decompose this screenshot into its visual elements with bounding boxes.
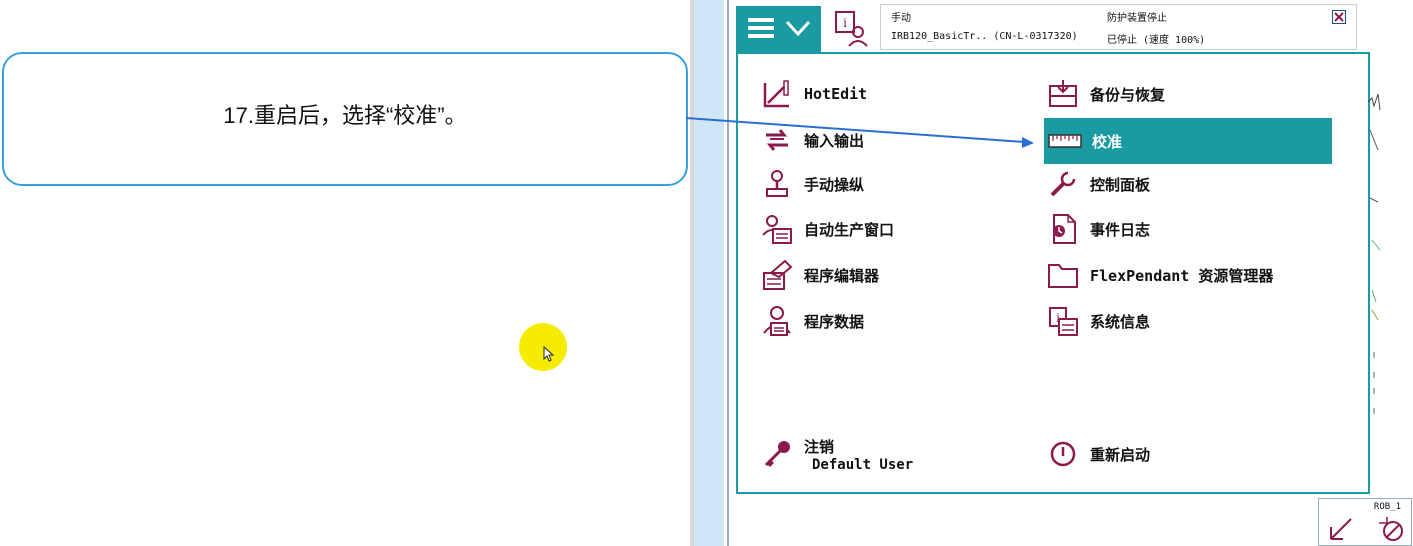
coordinate-axis-icon: [1330, 518, 1352, 540]
hotedit-icon: [763, 80, 789, 108]
svg-text:i: i: [843, 16, 847, 30]
menu-item-label: 输入输出: [804, 131, 865, 150]
status-guard: 防护装置停止: [1107, 13, 1167, 24]
menu-item-program-data[interactable]: 程序数据: [760, 303, 1040, 339]
instruction-slide: 17.重启后，选择“校准”。: [0, 0, 690, 546]
menu-item-label: HotEdit: [804, 85, 868, 103]
chevron-down-icon: [785, 20, 811, 37]
menu-item-backup-restore[interactable]: 备份与恢复: [1046, 76, 1332, 112]
menu-item-label: 事件日志: [1090, 220, 1151, 239]
status-bar: 手动 IRB120_BasicTr.. (CN-L-0317320) 防护装置停…: [880, 4, 1357, 50]
instruction-text: 17.重启后，选择“校准”。: [223, 103, 467, 128]
jog-status-box[interactable]: ROB_1: [1318, 498, 1412, 546]
production-window-icon: [762, 215, 792, 244]
tool-icon: [1379, 517, 1403, 541]
menu-item-program-editor[interactable]: 程序编辑器: [760, 257, 1040, 293]
jogging-icon: [766, 170, 788, 197]
menu-item-io[interactable]: 输入输出: [760, 122, 1040, 158]
menu-item-label: 系统信息: [1090, 312, 1151, 331]
menu-item-hotedit[interactable]: HotEdit: [760, 76, 1040, 112]
status-system: IRB120_BasicTr.. (CN-L-0317320): [891, 31, 1078, 42]
mouse-cursor-icon: [543, 346, 555, 362]
calibration-icon: [1048, 134, 1082, 148]
status-state: 已停止 (速度 100%): [1107, 35, 1206, 46]
menu-item-label: FlexPendant 资源管理器: [1090, 266, 1274, 285]
menu-item-label: 校准: [1092, 132, 1123, 151]
window-gap: [694, 0, 724, 546]
menu-item-system-info[interactable]: i 系统信息: [1046, 303, 1332, 339]
folder-icon: [1048, 264, 1078, 288]
main-menu-button[interactable]: [736, 6, 821, 52]
restart-icon: [1050, 441, 1076, 467]
backup-restore-icon: [1049, 80, 1077, 107]
system-info-icon: i: [1049, 307, 1078, 336]
wrench-icon: [1050, 171, 1076, 197]
status-mode: 手动: [891, 13, 911, 24]
logoff-label: 注销: [804, 437, 835, 456]
logoff-button[interactable]: 注销 Default User: [760, 432, 1020, 476]
operator-window-icon[interactable]: i: [832, 8, 872, 48]
menu-item-label: 程序编辑器: [804, 266, 880, 285]
io-icon: [766, 129, 788, 151]
menu-item-calibration[interactable]: 校准: [1044, 118, 1332, 164]
menu-item-label: 自动生产窗口: [804, 220, 895, 239]
menu-item-label: 备份与恢复: [1090, 85, 1166, 104]
hamburger-icon: [748, 18, 774, 38]
menu-item-control-panel[interactable]: 控制面板: [1046, 166, 1332, 202]
menu-item-event-log[interactable]: 事件日志: [1046, 211, 1332, 247]
rob-label: ROB_1: [1373, 502, 1401, 512]
event-log-icon: [1053, 214, 1076, 244]
pendant-left-border: [727, 0, 729, 546]
restart-button[interactable]: 重新启动: [1046, 436, 1246, 472]
instruction-callout: 17.重启后，选择“校准”。: [2, 52, 688, 186]
restart-label: 重新启动: [1090, 445, 1151, 464]
logoff-user: Default User: [812, 456, 914, 473]
menu-item-label: 控制面板: [1090, 175, 1151, 194]
close-icon[interactable]: [1332, 10, 1346, 24]
menu-item-label: 手动操纵: [804, 175, 865, 194]
program-editor-icon: [763, 259, 793, 290]
main-menu-panel: HotEdit 输入输出 手动操纵 自动生产窗口 程序编辑器 程序数据 备份与恢…: [736, 52, 1370, 494]
key-icon: [764, 441, 790, 468]
menu-item-label: 程序数据: [804, 312, 865, 331]
menu-item-flexpendant-explorer[interactable]: FlexPendant 资源管理器: [1046, 257, 1332, 293]
menu-item-production-window[interactable]: 自动生产窗口: [760, 211, 1040, 247]
program-data-icon: [763, 306, 791, 336]
menu-item-jogging[interactable]: 手动操纵: [760, 166, 1040, 202]
background-jog-indicators: [1367, 93, 1381, 414]
